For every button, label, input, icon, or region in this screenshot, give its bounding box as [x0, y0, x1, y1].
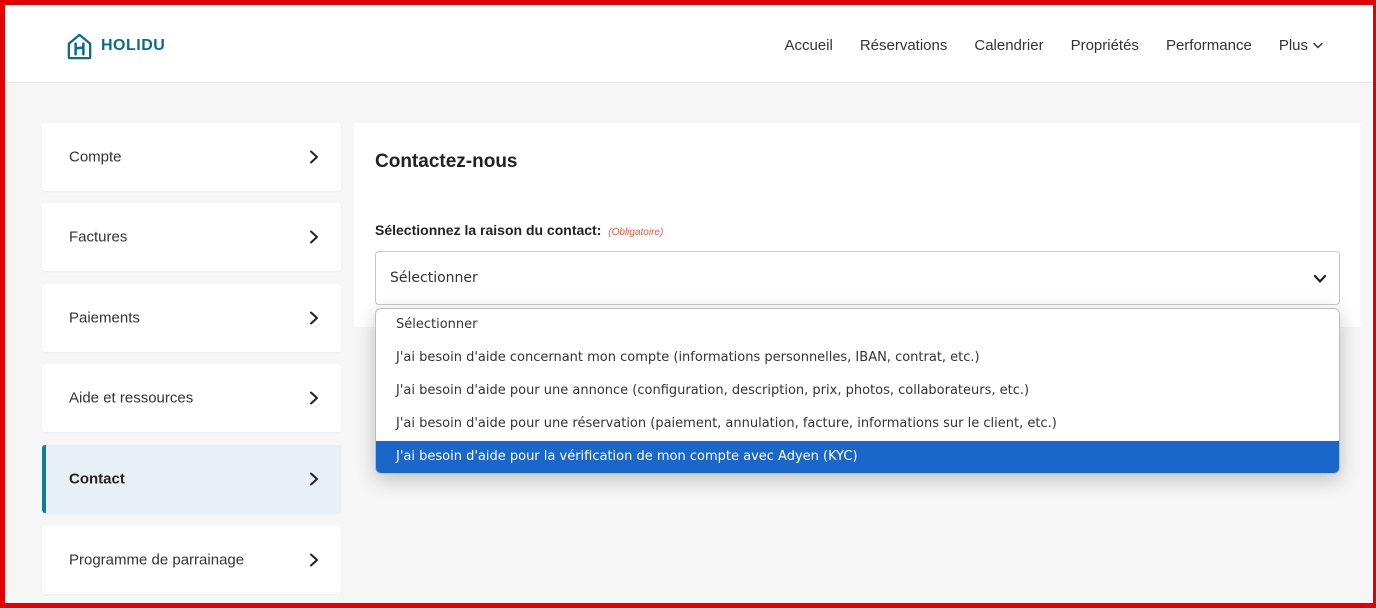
sidebar-item-label: Paiements	[69, 309, 140, 327]
sidebar-item-aide-et-ressources[interactable]: Aide et ressources	[42, 364, 341, 432]
nav-item-calendrier[interactable]: Calendrier	[974, 37, 1043, 54]
option-label: J'ai besoin d'aide pour une réservation …	[396, 416, 1057, 431]
chevron-right-icon	[310, 150, 318, 164]
brand-name: HOLIDU	[101, 37, 166, 54]
sidebar-item-label: Programme de parrainage	[69, 551, 245, 569]
contact-reason-label: Sélectionnez la raison du contact: (Obli…	[375, 222, 663, 238]
contact-reason-options: Sélectionner J'ai besoin d'aide concerna…	[375, 308, 1340, 474]
nav-item-reservations[interactable]: Réservations	[860, 37, 948, 54]
sidebar-item-compte[interactable]: Compte	[42, 123, 341, 191]
option-label: J'ai besoin d'aide pour la vérification …	[396, 449, 858, 464]
sidebar-item-contact[interactable]: Contact	[42, 445, 341, 513]
sidebar-item-factures[interactable]: Factures	[42, 203, 341, 271]
nav-item-accueil[interactable]: Accueil	[784, 37, 832, 54]
option-kyc-help[interactable]: J'ai besoin d'aide pour la vérification …	[376, 441, 1339, 473]
option-select[interactable]: Sélectionner	[376, 309, 1339, 342]
nav-plus-label: Plus	[1278, 37, 1308, 54]
contact-reason-select[interactable]: Sélectionner	[375, 251, 1340, 305]
option-label: J'ai besoin d'aide concernant mon compte…	[396, 350, 980, 365]
contact-reason-label-text: Sélectionnez la raison du contact:	[375, 222, 602, 238]
nav-item-performance[interactable]: Performance	[1166, 37, 1252, 54]
option-label: Sélectionner	[396, 317, 478, 332]
chevron-right-icon	[310, 391, 318, 405]
contact-panel: Contactez-nous Sélectionnez la raison du…	[354, 123, 1361, 327]
chevron-right-icon	[310, 230, 318, 244]
chevron-right-icon	[310, 311, 318, 325]
chevron-right-icon	[310, 472, 318, 486]
required-note: (Obligatoire)	[608, 227, 664, 238]
sidebar-item-label: Contact	[69, 470, 125, 488]
sidebar-item-label: Aide et ressources	[69, 389, 194, 407]
option-account-help[interactable]: J'ai besoin d'aide concernant mon compte…	[376, 342, 1339, 375]
page-title: Contactez-nous	[375, 151, 518, 172]
option-label: J'ai besoin d'aide pour une annonce (con…	[396, 383, 1030, 398]
option-listing-help[interactable]: J'ai besoin d'aide pour une annonce (con…	[376, 375, 1339, 408]
option-booking-help[interactable]: J'ai besoin d'aide pour une réservation …	[376, 408, 1339, 441]
select-current-value: Sélectionner	[390, 270, 478, 286]
chevron-down-icon	[1313, 274, 1327, 283]
nav-item-proprietes[interactable]: Propriétés	[1071, 37, 1139, 54]
chevron-down-icon	[1313, 42, 1323, 49]
holidu-house-icon	[67, 33, 92, 59]
sidebar-item-programme-de-parrainage[interactable]: Programme de parrainage	[42, 526, 341, 594]
sidebar-item-paiements[interactable]: Paiements	[42, 284, 341, 352]
app-window: HOLIDU Accueil Réservations Calendrier P…	[0, 0, 1376, 608]
main-nav: Accueil Réservations Calendrier Propriét…	[784, 37, 1323, 54]
brand-logo[interactable]: HOLIDU	[65, 31, 165, 61]
sidebar-item-label: Factures	[69, 228, 128, 246]
nav-item-plus[interactable]: Plus	[1279, 37, 1323, 54]
chevron-right-icon	[310, 553, 318, 567]
sidebar-item-label: Compte	[69, 148, 122, 166]
top-header: HOLIDU Accueil Réservations Calendrier P…	[5, 5, 1373, 83]
